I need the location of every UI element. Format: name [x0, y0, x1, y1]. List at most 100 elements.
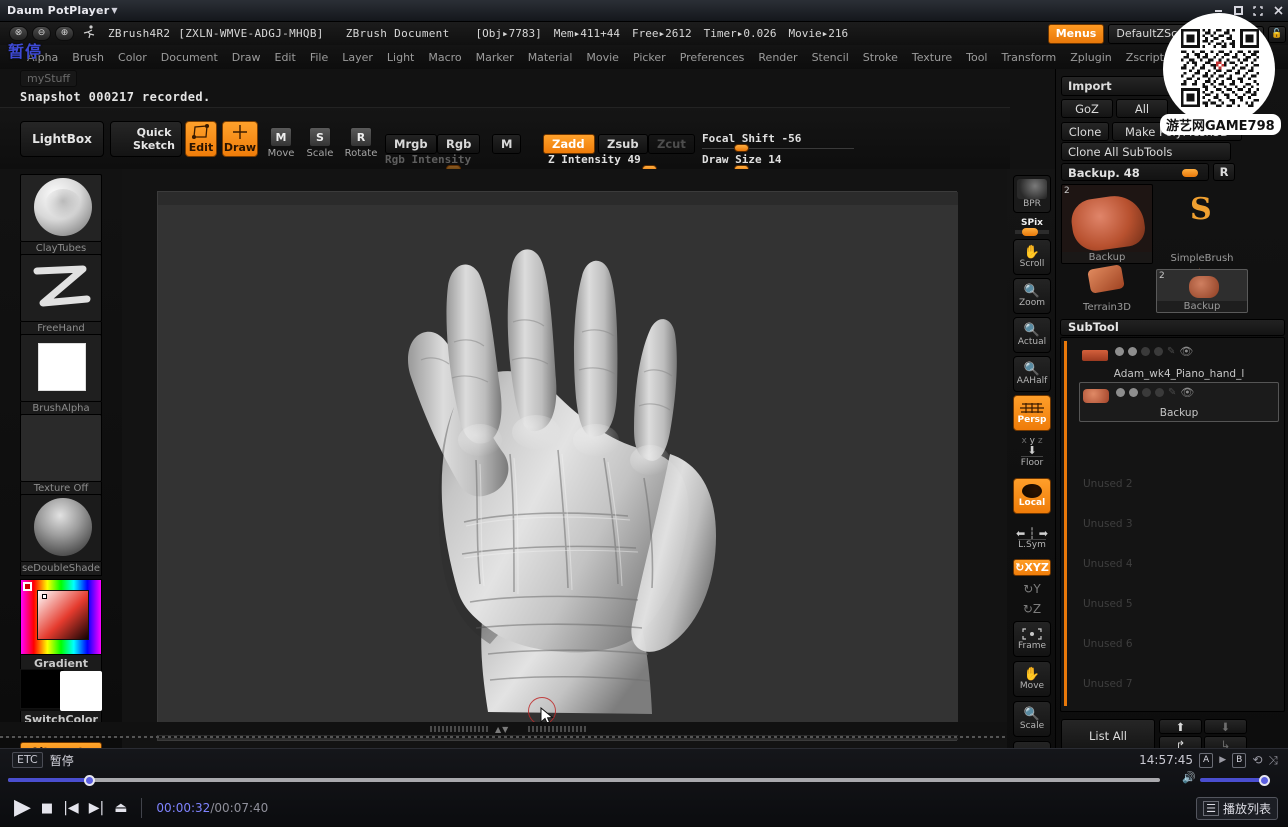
subtool-unused[interactable]: Unused 2 [1083, 478, 1133, 490]
menu-item-material[interactable]: Material [521, 49, 580, 66]
zadd-button[interactable]: Zadd [543, 134, 595, 154]
draw-button[interactable]: Draw [222, 121, 258, 157]
move-button[interactable]: M Move [262, 121, 300, 159]
subtool-eye-icon[interactable]: 👁 [1180, 386, 1194, 399]
menu-item-preferences[interactable]: Preferences [673, 49, 752, 66]
menu-item-light[interactable]: Light [380, 49, 421, 66]
menu-item-brush[interactable]: Brush [65, 49, 111, 66]
next-button[interactable]: ▶| [89, 800, 104, 816]
subtool-dot-3[interactable] [1141, 347, 1150, 356]
subtool-row[interactable]: ✎ 👁 Backup [1079, 382, 1279, 422]
menu-item-edit[interactable]: Edit [268, 49, 303, 66]
merge-up-button[interactable]: ↱ [1159, 736, 1202, 748]
move-up-button[interactable]: ⬆ [1159, 719, 1202, 734]
subtool-unused[interactable]: Unused 4 [1083, 558, 1133, 570]
tool-thumb-simplebrush[interactable]: S SimpleBrush [1156, 184, 1248, 264]
rotate-button[interactable]: R Rotate [342, 121, 380, 159]
subtool-pen-icon[interactable]: ✎ [1168, 387, 1176, 398]
secondary-color-swatch[interactable] [60, 671, 102, 711]
bpr-button[interactable]: BPR [1013, 175, 1051, 213]
playlist-button[interactable]: ☰ 播放列表 [1196, 796, 1278, 820]
backup-slider[interactable]: Backup. 48 [1061, 163, 1209, 181]
clone-button[interactable]: Clone [1061, 122, 1109, 141]
menu-item-stroke[interactable]: Stroke [856, 49, 905, 66]
color-swatches[interactable]: SwitchColor [20, 669, 102, 729]
subtool-dot-3[interactable] [1142, 388, 1151, 397]
repeat-icon[interactable]: ⟲ [1252, 753, 1262, 767]
mrgb-button[interactable]: Mrgb [385, 134, 437, 154]
menu-item-stencil[interactable]: Stencil [805, 49, 856, 66]
zbrush-document-canvas[interactable] [157, 191, 958, 741]
rot-z-button[interactable]: ↻Z [1013, 599, 1051, 619]
chevron-down-icon[interactable]: ▼ [111, 6, 117, 15]
rgb-button[interactable]: Rgb [437, 134, 481, 154]
zoom-button[interactable]: 🔍 Zoom [1013, 278, 1051, 314]
runner-icon[interactable] [80, 24, 98, 44]
m-button[interactable]: M [492, 134, 522, 154]
edit-button[interactable]: Edit [185, 121, 217, 157]
subtool-pen-icon[interactable]: ✎ [1167, 346, 1175, 357]
eject-button[interactable]: ⏏ [114, 800, 127, 816]
menu-item-texture[interactable]: Texture [905, 49, 959, 66]
menu-item-layer[interactable]: Layer [335, 49, 380, 66]
close-button[interactable] [1268, 0, 1288, 22]
subtool-toggles[interactable]: ✎ 👁 [1115, 345, 1193, 358]
ab-a-button[interactable]: A [1199, 752, 1214, 768]
subtool-eye-icon[interactable]: 👁 [1179, 345, 1193, 358]
subtool-unused[interactable]: Unused 5 [1083, 598, 1133, 610]
move-strip-button[interactable]: ✋ Move [1013, 661, 1051, 697]
backup-r-button[interactable]: R [1213, 163, 1235, 181]
brush-slot[interactable]: ClayTubes [20, 174, 102, 256]
subtool-visible-dot[interactable] [1115, 347, 1124, 356]
zbrush-menu-toggle-3[interactable]: ⊕ [55, 26, 74, 41]
xyz-button[interactable]: ↻XYZ [1013, 559, 1051, 576]
spix-slider[interactable]: SPix [1013, 215, 1051, 237]
menu-item-transform[interactable]: Transform [995, 49, 1064, 66]
menu-item-movie[interactable]: Movie [579, 49, 626, 66]
stop-button[interactable]: ■ [41, 801, 53, 816]
ab-b-button[interactable]: B [1232, 752, 1247, 768]
menu-item-zplugin[interactable]: Zplugin [1063, 49, 1119, 66]
menu-item-marker[interactable]: Marker [469, 49, 521, 66]
subtool-row[interactable]: ✎ 👁 Adam_wk4_Piano_hand_l [1079, 342, 1279, 382]
menus-button[interactable]: Menus [1047, 24, 1105, 44]
mystuff-tab[interactable]: myStuff [20, 70, 78, 87]
seek-handle[interactable] [84, 775, 95, 786]
menu-item-tool[interactable]: Tool [959, 49, 994, 66]
actual-button[interactable]: 🔍 Actual [1013, 317, 1051, 353]
menu-item-picker[interactable]: Picker [626, 49, 673, 66]
subtool-unused[interactable]: Unused 7 [1083, 678, 1133, 690]
zsub-button[interactable]: Zsub [598, 134, 648, 154]
scale-button[interactable]: S Scale [301, 121, 339, 159]
subtool-unused[interactable]: Unused 6 [1083, 638, 1133, 650]
rgb-intensity-slider[interactable]: Rgb Intensity [385, 153, 565, 173]
subtool-visible-dot-2[interactable] [1129, 388, 1138, 397]
z-intensity-slider[interactable]: Z Intensity 49 [548, 153, 728, 173]
menu-item-draw[interactable]: Draw [225, 49, 268, 66]
aahalf-button[interactable]: 🔍 AAHalf [1013, 356, 1051, 392]
focal-shift-slider[interactable]: Focal Shift -56 [702, 132, 854, 152]
subtool-dot-4[interactable] [1154, 347, 1163, 356]
rot-y-button[interactable]: ↻Y [1013, 579, 1051, 599]
subtool-visible-dot[interactable] [1116, 388, 1125, 397]
subtool-toggles[interactable]: ✎ 👁 [1116, 386, 1194, 399]
volume-handle[interactable] [1259, 775, 1270, 786]
zcut-button[interactable]: Zcut [648, 134, 695, 154]
frame-button[interactable]: Frame [1013, 621, 1051, 657]
material-slot[interactable]: seDoubleShade [20, 494, 102, 576]
subtool-list[interactable]: ✎ 👁 Adam_wk4_Piano_hand_l ✎ 👁 Backup Unu… [1060, 337, 1285, 712]
lock-icon[interactable]: 🔓 [1268, 25, 1286, 43]
play-button[interactable]: ▶ [14, 797, 31, 819]
local-button[interactable]: Local [1013, 478, 1051, 514]
stroke-slot[interactable]: FreeHand [20, 254, 102, 336]
scroll-grip-icon[interactable]: ▲▼ [495, 725, 509, 734]
menu-item-document[interactable]: Document [154, 49, 225, 66]
scroll-button[interactable]: ✋ Scroll [1013, 239, 1051, 275]
volume-bar[interactable] [1200, 775, 1270, 786]
previous-button[interactable]: |◀ [63, 800, 78, 816]
menu-item-macro[interactable]: Macro [421, 49, 468, 66]
backup-slider-knob[interactable] [1182, 169, 1198, 177]
menu-item-color[interactable]: Color [111, 49, 154, 66]
texture-slot[interactable]: Texture Off [20, 414, 102, 496]
volume-icon[interactable]: 🔊 [1182, 771, 1196, 784]
